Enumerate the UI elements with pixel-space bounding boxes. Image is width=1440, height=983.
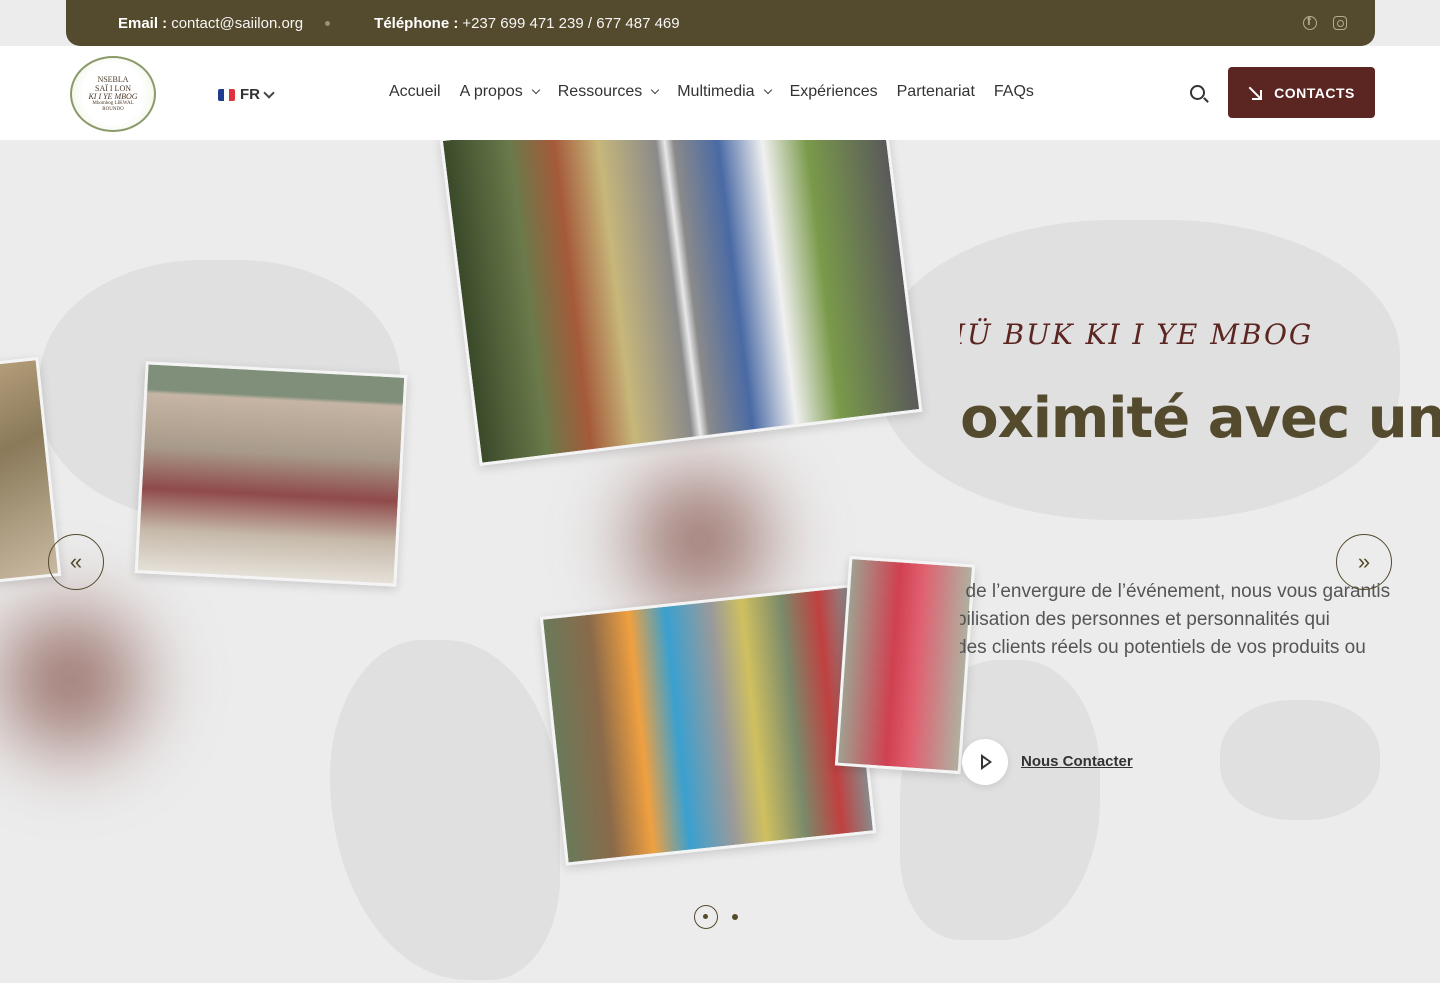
chevron-down-icon — [763, 85, 772, 95]
chevron-down-icon — [263, 86, 275, 99]
language-code: FR — [240, 86, 260, 103]
slider-dot-active[interactable] — [694, 905, 718, 929]
site-logo[interactable]: NSEBLA SAÏ I LON KI I YE MBOG Mbombog LI… — [70, 56, 156, 132]
nav-label: Multimedia — [677, 83, 755, 100]
slider-prev-button[interactable]: « — [48, 534, 104, 590]
slide-photo-procession — [439, 140, 923, 466]
nav-label: Accueil — [389, 83, 441, 100]
slider-next-button[interactable]: » — [1336, 534, 1392, 590]
slide-photo-dancers — [539, 584, 877, 866]
chevron-down-icon — [650, 85, 660, 95]
facebook-icon[interactable] — [1303, 14, 1317, 30]
description-line: l de l’envergure de l’événement, nous vo… — [960, 581, 1391, 602]
instagram-icon[interactable] — [1333, 16, 1347, 30]
logo-line: KI I YE MBOG — [88, 91, 138, 101]
nav-label: Expériences — [789, 83, 878, 100]
phone-info[interactable]: Téléphone : +237 699 471 239 / 677 487 4… — [374, 15, 679, 32]
phone-label: Téléphone : — [374, 14, 459, 32]
nav-item-multimedia[interactable]: Multimedia — [677, 83, 772, 101]
logo-line: ROUNDO — [102, 106, 124, 112]
description-line: bilisation des personnes et personnalité… — [960, 609, 1330, 630]
language-switcher[interactable]: FR — [218, 86, 275, 103]
email-label: Email : — [118, 14, 168, 32]
nav-item-a-propos[interactable]: A propos — [459, 83, 540, 101]
play-icon[interactable] — [962, 739, 1008, 785]
contacts-button-label: CONTACTS — [1274, 84, 1355, 101]
arrow-down-right-icon — [1248, 86, 1263, 100]
world-map-background — [330, 640, 560, 980]
nav-label: FAQs — [993, 83, 1034, 100]
nav-item-faqs[interactable]: FAQs — [994, 83, 1034, 101]
social-links — [1303, 14, 1347, 30]
slide-description: l de l’envergure de l’événement, nous vo… — [960, 578, 1390, 662]
nav-label: Ressources — [557, 83, 643, 100]
phone-value[interactable]: +237 699 471 239 / 677 487 469 — [462, 15, 679, 32]
search-icon[interactable] — [1190, 85, 1205, 100]
nav-label: Partenariat — [896, 83, 975, 100]
slide-subtitle: IÜ BUK KI I YE MBOG — [960, 318, 1314, 351]
double-chevron-left-icon: « — [69, 549, 83, 574]
slide-photo-tent — [134, 361, 408, 587]
separator-dot — [325, 20, 331, 26]
main-header: NSEBLA SAÏ I LON KI I YE MBOG Mbombog LI… — [0, 46, 1440, 140]
hero-slider: IÜ BUK KI I YE MBOG 'oximité avec un l d… — [0, 140, 1440, 983]
double-chevron-right-icon: » — [1357, 549, 1371, 574]
chevron-down-icon — [531, 85, 540, 95]
contacts-button[interactable]: CONTACTS — [1228, 67, 1375, 118]
nous-contacter-link[interactable]: Nous Contacter — [1021, 753, 1133, 770]
nav-item-accueil[interactable]: Accueil — [389, 83, 441, 101]
slide-photo-elders — [834, 555, 976, 775]
email-info[interactable]: Email : contact@saiilon.org — [118, 15, 303, 32]
description-line: des clients réels ou potentiels de vos p… — [960, 637, 1366, 658]
nav-item-experiences[interactable]: Expériences — [790, 83, 878, 101]
france-flag-icon — [218, 88, 235, 101]
slide-headline: 'oximité avec un — [960, 386, 1440, 451]
email-value[interactable]: contact@saiilon.org — [171, 15, 303, 32]
main-nav: Accueil A propos Ressources Multimedia E… — [389, 83, 1034, 101]
nav-item-ressources[interactable]: Ressources — [557, 83, 660, 101]
nav-label: A propos — [459, 83, 523, 100]
decorative-glow — [0, 570, 180, 790]
slider-dot[interactable] — [732, 914, 738, 920]
top-bar: Email : contact@saiilon.org Téléphone : … — [66, 0, 1375, 46]
nav-item-partenariat[interactable]: Partenariat — [897, 83, 975, 101]
slider-pagination — [694, 905, 738, 929]
